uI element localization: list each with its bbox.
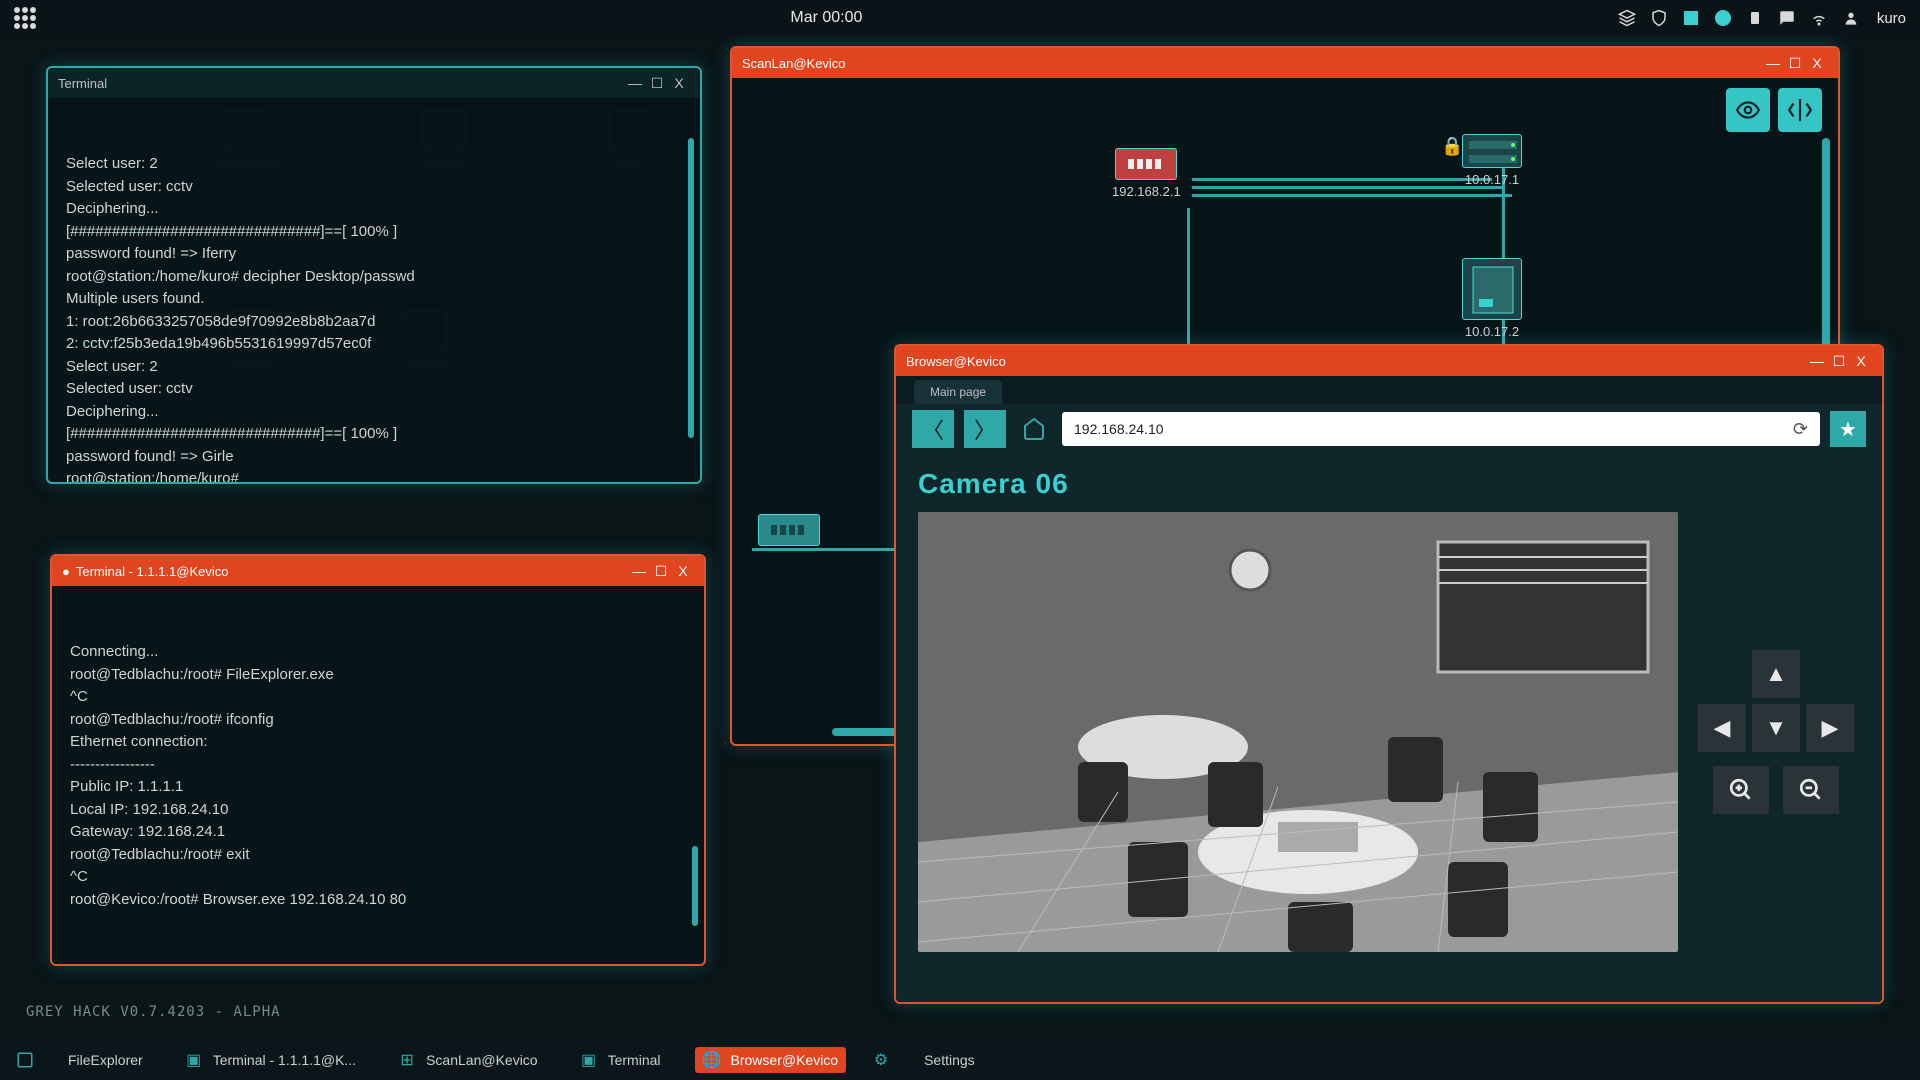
maximize-button[interactable]: ☐: [646, 75, 668, 92]
browser-titlebar[interactable]: Browser@Kevico — ☐ X: [896, 346, 1882, 376]
node-switch[interactable]: [758, 514, 820, 546]
task-settings[interactable]: Settings: [916, 1048, 983, 1072]
close-button[interactable]: X: [672, 563, 694, 579]
back-button[interactable]: 〈: [912, 410, 954, 448]
task-terminal-remote[interactable]: ▣Terminal - 1.1.1.1@K...: [177, 1047, 364, 1073]
terminal-window-1[interactable]: Terminal — ☐ X Select user: 2Selected us…: [46, 66, 702, 484]
terminal2-title: Terminal - 1.1.1.1@Kevico: [76, 564, 229, 579]
node-server2[interactable]: 10.0.17.2: [1462, 258, 1522, 339]
close-button[interactable]: X: [1850, 353, 1872, 369]
terminal-icon: ▣: [580, 1051, 598, 1069]
scanlan-titlebar[interactable]: ScanLan@Kevico — ☐ X: [732, 48, 1838, 78]
browser-content: Camera 06: [896, 454, 1882, 1002]
terminal1-title: Terminal: [58, 76, 107, 91]
gear-icon[interactable]: ⚙: [872, 1051, 890, 1069]
zoom-in-button[interactable]: [1713, 766, 1769, 814]
taskbar: FileExplorer ▣Terminal - 1.1.1.1@K... ⊞S…: [0, 1040, 1920, 1080]
task-browser[interactable]: 🌐Browser@Kevico: [695, 1047, 847, 1073]
scan-icon: ⊞: [398, 1051, 416, 1069]
version-label: GREY HACK V0.7.4203 - ALPHA: [26, 1004, 281, 1020]
wifi-icon[interactable]: [1809, 8, 1829, 28]
globe-icon: 🌐: [703, 1051, 721, 1069]
circle-icon[interactable]: [1713, 8, 1733, 28]
minimize-button[interactable]: —: [624, 75, 646, 91]
browser-toolbar: 〈 〉 192.168.24.10 ⟳ ★: [896, 404, 1882, 454]
cam-down-button[interactable]: ▼: [1752, 704, 1800, 752]
task-scanlan[interactable]: ⊞ScanLan@Kevico: [390, 1047, 546, 1073]
lock-icon: 🔒: [1441, 136, 1463, 157]
record-icon: ●: [62, 564, 70, 579]
home-button[interactable]: [1016, 411, 1052, 447]
address-bar[interactable]: 192.168.24.10 ⟳: [1062, 412, 1820, 446]
layers-icon[interactable]: [1617, 8, 1637, 28]
close-button[interactable]: X: [668, 75, 690, 91]
task-terminal[interactable]: ▣Terminal: [572, 1047, 669, 1073]
camera-feed: [918, 512, 1678, 952]
minimize-button[interactable]: —: [1762, 55, 1784, 71]
camera-controls: ▲ ◀ ▼ ▶: [1698, 512, 1854, 952]
terminal2-output[interactable]: Connecting...root@Tedblachu:/root# FileE…: [52, 586, 704, 964]
node-router-label: 192.168.2.1: [1112, 184, 1181, 199]
scanlan-title: ScanLan@Kevico: [742, 56, 846, 71]
terminal1-titlebar[interactable]: Terminal — ☐ X: [48, 68, 700, 98]
terminal1-output[interactable]: Select user: 2Selected user: cctvDeciphe…: [48, 98, 700, 482]
square-icon[interactable]: [1681, 8, 1701, 28]
scan-split-tool[interactable]: [1778, 88, 1822, 132]
forward-button[interactable]: 〉: [964, 410, 1006, 448]
apps-menu-icon[interactable]: [14, 7, 36, 29]
system-tray: kuro: [1617, 8, 1906, 28]
maximize-button[interactable]: ☐: [1784, 55, 1806, 72]
cam-up-button[interactable]: ▲: [1752, 650, 1800, 698]
node-server1[interactable]: 10.0.17.1: [1462, 134, 1522, 187]
terminal-icon: ▣: [185, 1051, 203, 1069]
terminal-window-2[interactable]: ● Terminal - 1.1.1.1@Kevico — ☐ X Connec…: [50, 554, 706, 966]
cam-right-button[interactable]: ▶: [1806, 704, 1854, 752]
browser-window[interactable]: Browser@Kevico — ☐ X Main page 〈 〉 192.1…: [894, 344, 1884, 1004]
topbar: Mar 00:00 kuro: [0, 0, 1920, 36]
terminal2-titlebar[interactable]: ● Terminal - 1.1.1.1@Kevico — ☐ X: [52, 556, 704, 586]
scrollbar[interactable]: [688, 138, 694, 438]
browser-tab-main[interactable]: Main page: [914, 380, 1002, 404]
browser-tabs: Main page: [896, 376, 1882, 404]
maximize-button[interactable]: ☐: [650, 563, 672, 580]
clock: Mar 00:00: [36, 9, 1617, 27]
taskbar-menu-icon[interactable]: [16, 1051, 34, 1069]
username[interactable]: kuro: [1877, 10, 1906, 27]
clipboard-icon[interactable]: [1745, 8, 1765, 28]
scan-eye-tool[interactable]: [1726, 88, 1770, 132]
camera-title: Camera 06: [918, 468, 1860, 500]
shield-icon[interactable]: [1649, 8, 1669, 28]
browser-title: Browser@Kevico: [906, 354, 1006, 369]
user-icon[interactable]: [1841, 8, 1861, 28]
minimize-button[interactable]: —: [628, 563, 650, 579]
node-router[interactable]: 192.168.2.1: [1112, 148, 1181, 199]
node-server1-label: 10.0.17.1: [1465, 172, 1519, 187]
cam-left-button[interactable]: ◀: [1698, 704, 1746, 752]
url-text: 192.168.24.10: [1074, 421, 1164, 437]
task-fileexplorer[interactable]: FileExplorer: [60, 1048, 151, 1072]
chat-icon[interactable]: [1777, 8, 1797, 28]
node-server2-label: 10.0.17.2: [1465, 324, 1519, 339]
bookmark-button[interactable]: ★: [1830, 411, 1866, 447]
maximize-button[interactable]: ☐: [1828, 353, 1850, 370]
minimize-button[interactable]: —: [1806, 353, 1828, 369]
close-button[interactable]: X: [1806, 55, 1828, 71]
zoom-out-button[interactable]: [1783, 766, 1839, 814]
scrollbar[interactable]: [692, 846, 698, 926]
reload-button[interactable]: ⟳: [1793, 419, 1808, 440]
